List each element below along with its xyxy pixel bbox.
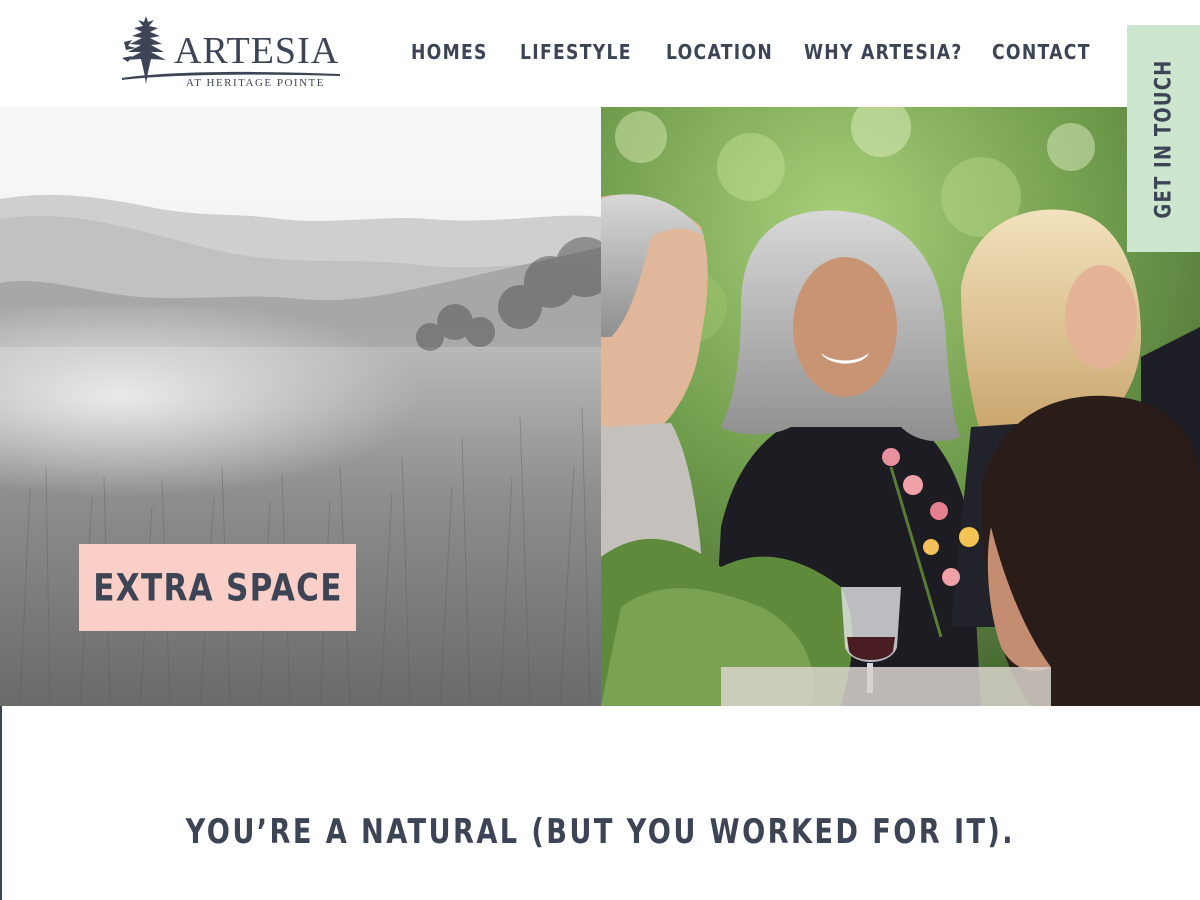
extra-space-badge: EXTRA SPACE: [79, 544, 356, 631]
nav-item-contact[interactable]: CONTACT: [992, 38, 1091, 66]
get-in-touch-label: GET IN TOUCH: [1151, 58, 1176, 219]
nav-item-homes[interactable]: HOMES: [411, 38, 488, 66]
tagline-text: YOU’RE A NATURAL (BUT YOU WORKED FOR IT)…: [185, 812, 1015, 852]
badge-label: EXTRA SPACE: [92, 566, 343, 609]
section-tagline: YOU’RE A NATURAL (BUT YOU WORKED FOR IT)…: [0, 812, 1200, 852]
artesia-logo[interactable]: ARTESIA AT HERITAGE POINTE: [118, 14, 340, 94]
pine-tree-icon: [122, 16, 166, 84]
page: { "brand": { "name": "ARTESIA", "subtitl…: [0, 0, 1200, 900]
hero-landscape-image: EXTRA SPACE: [0, 107, 601, 706]
nav-item-lifestyle[interactable]: LIFESTYLE: [520, 38, 632, 66]
dinner-party-photo: [601, 107, 1200, 706]
brand-subtitle: AT HERITAGE POINTE: [186, 77, 325, 89]
nav-item-location[interactable]: LOCATION: [666, 38, 773, 66]
hero-people-image: [601, 107, 1200, 706]
nav-item-why-artesia[interactable]: WHY ARTESIA?: [804, 38, 963, 66]
get-in-touch-button[interactable]: GET IN TOUCH: [1127, 25, 1200, 252]
site-header: ARTESIA AT HERITAGE POINTE HOMES LIFESTY…: [0, 0, 1200, 107]
brand-name: ARTESIA: [174, 30, 340, 72]
